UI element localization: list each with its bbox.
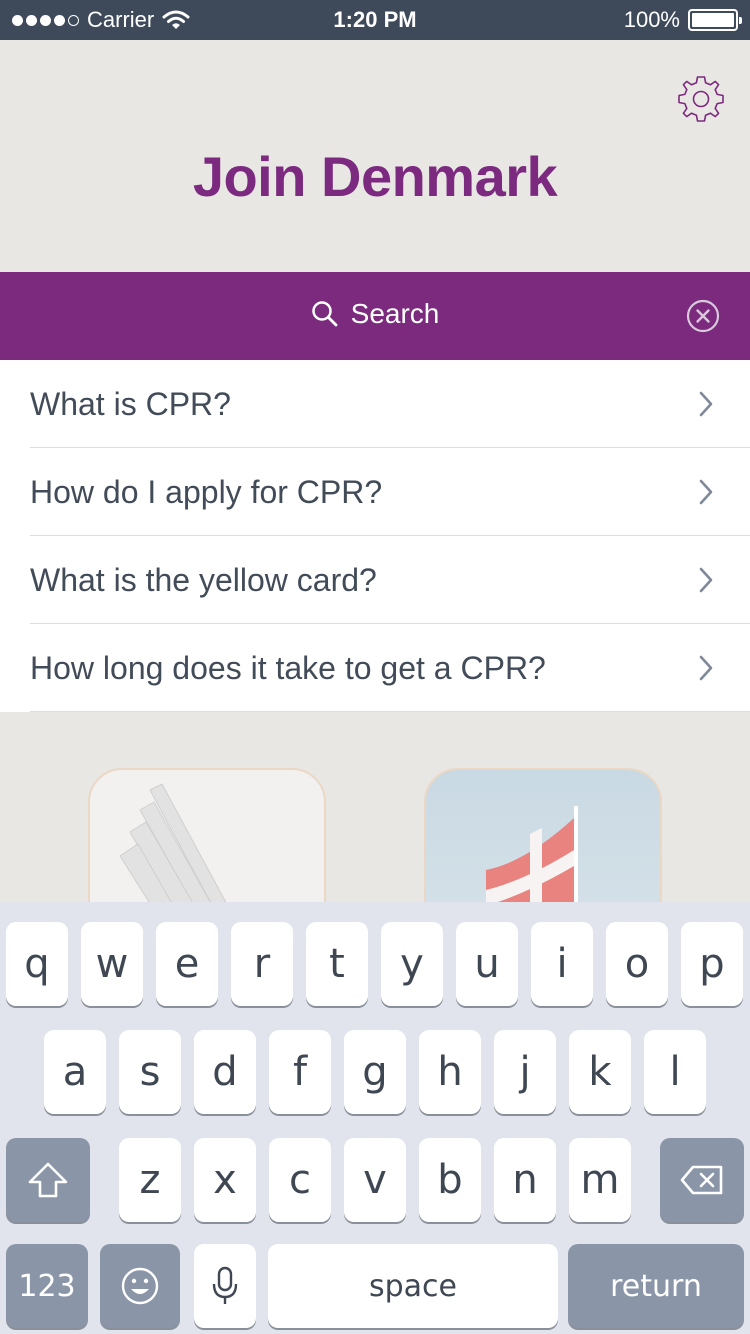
key-f[interactable]: f bbox=[269, 1030, 331, 1114]
dictation-key[interactable] bbox=[194, 1244, 256, 1328]
key-r[interactable]: r bbox=[231, 922, 293, 1006]
key-l[interactable]: l bbox=[644, 1030, 706, 1114]
screen: Carrier 1:20 PM 100% Join Denmark Search… bbox=[0, 0, 750, 1334]
key-e[interactable]: e bbox=[156, 922, 218, 1006]
chevron-right-icon bbox=[699, 567, 713, 593]
key-z[interactable]: z bbox=[119, 1138, 181, 1222]
result-label: How do I apply for CPR? bbox=[30, 473, 383, 510]
chevron-right-icon bbox=[699, 391, 713, 417]
page-title: Join Denmark bbox=[192, 145, 558, 208]
backspace-key[interactable] bbox=[660, 1138, 744, 1222]
key-g[interactable]: g bbox=[344, 1030, 406, 1114]
key-d[interactable]: d bbox=[194, 1030, 256, 1114]
battery-icon bbox=[688, 9, 742, 31]
key-t[interactable]: t bbox=[306, 922, 368, 1006]
result-item[interactable]: What is the yellow card? bbox=[0, 536, 750, 624]
search-bar[interactable]: Search bbox=[0, 272, 750, 360]
key-k[interactable]: k bbox=[569, 1030, 631, 1114]
key-h[interactable]: h bbox=[419, 1030, 481, 1114]
result-item[interactable]: How do I apply for CPR? bbox=[0, 448, 750, 536]
shift-key[interactable] bbox=[6, 1138, 90, 1222]
key-p[interactable]: p bbox=[681, 922, 743, 1006]
search-results-list: What is CPR? How do I apply for CPR? Wha… bbox=[0, 360, 750, 712]
key-j[interactable]: j bbox=[494, 1030, 556, 1114]
result-label: How long does it take to get a CPR? bbox=[30, 649, 546, 686]
keyboard: q w e r t y u i o p a s d f g h j k l z … bbox=[0, 902, 750, 1334]
key-i[interactable]: i bbox=[531, 922, 593, 1006]
microphone-icon bbox=[212, 1266, 238, 1304]
battery-percentage: 100% bbox=[623, 7, 680, 32]
key-s[interactable]: s bbox=[119, 1030, 181, 1114]
key-x[interactable]: x bbox=[194, 1138, 256, 1222]
search-icon bbox=[311, 301, 338, 327]
status-bar: Carrier 1:20 PM 100% bbox=[0, 0, 750, 40]
key-w[interactable]: w bbox=[81, 922, 143, 1006]
key-b[interactable]: b bbox=[419, 1138, 481, 1222]
shift-icon bbox=[28, 1162, 68, 1198]
key-y[interactable]: y bbox=[381, 922, 443, 1006]
key-n[interactable]: n bbox=[494, 1138, 556, 1222]
result-item[interactable]: What is CPR? bbox=[0, 360, 750, 448]
category-tiles bbox=[0, 712, 750, 968]
header: Join Denmark bbox=[0, 40, 750, 272]
key-m[interactable]: m bbox=[569, 1138, 631, 1222]
clear-search-icon[interactable] bbox=[686, 299, 720, 333]
status-right: 100% bbox=[623, 7, 742, 33]
chevron-right-icon bbox=[699, 655, 713, 681]
result-item[interactable]: How long does it take to get a CPR? bbox=[0, 624, 750, 712]
key-a[interactable]: a bbox=[44, 1030, 106, 1114]
search-field[interactable]: Search bbox=[0, 298, 750, 330]
gear-icon[interactable] bbox=[676, 74, 726, 124]
result-label: What is the yellow card? bbox=[30, 561, 377, 598]
result-label: What is CPR? bbox=[30, 385, 231, 422]
key-v[interactable]: v bbox=[344, 1138, 406, 1222]
key-u[interactable]: u bbox=[456, 922, 518, 1006]
key-q[interactable]: q bbox=[6, 922, 68, 1006]
emoji-icon bbox=[121, 1267, 159, 1305]
search-placeholder: Search bbox=[350, 298, 440, 329]
backspace-icon bbox=[680, 1165, 723, 1195]
return-key[interactable]: return bbox=[568, 1244, 744, 1328]
space-key[interactable]: space bbox=[268, 1244, 558, 1328]
emoji-key[interactable] bbox=[100, 1244, 180, 1328]
numbers-key[interactable]: 123 bbox=[6, 1244, 88, 1328]
key-o[interactable]: o bbox=[606, 922, 668, 1006]
key-c[interactable]: c bbox=[269, 1138, 331, 1222]
chevron-right-icon bbox=[699, 479, 713, 505]
